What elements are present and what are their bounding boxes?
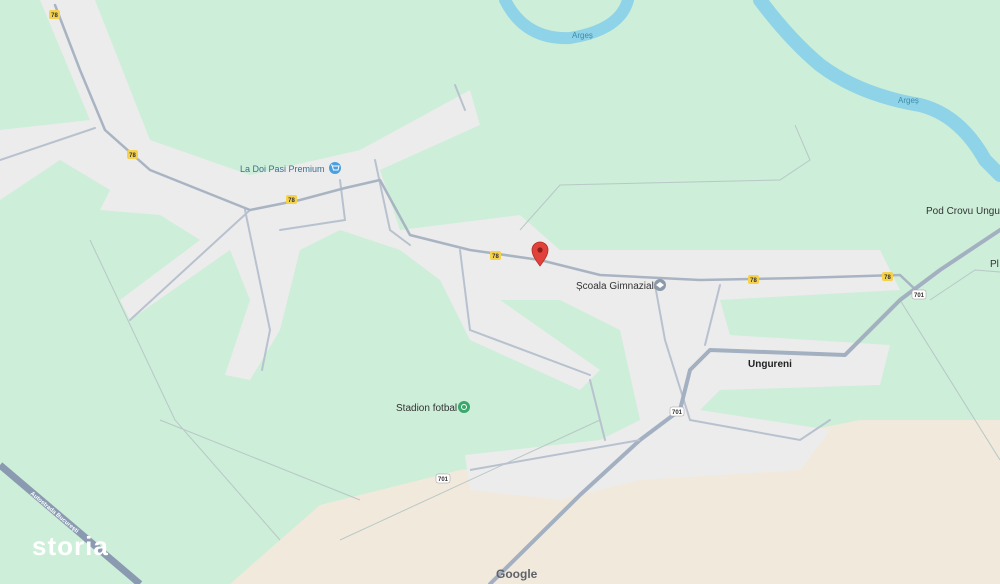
road-shield-78: 78 xyxy=(127,150,138,159)
watermark: storia xyxy=(32,531,109,561)
river-label: Argeș xyxy=(572,31,593,40)
road-shield-701: 701 xyxy=(435,473,451,484)
google-attribution: Google xyxy=(496,567,538,581)
svg-text:78: 78 xyxy=(492,254,499,260)
road-shield-78: 78 xyxy=(490,251,501,260)
edge-label: Pl xyxy=(990,259,999,270)
svg-text:78: 78 xyxy=(750,278,757,284)
bridge-label[interactable]: Pod Crovu Ungureni xyxy=(926,206,1000,217)
shop-label[interactable]: La Doi Pasi Premium xyxy=(240,164,325,174)
road-shield-78: 78 xyxy=(882,272,893,281)
river-label: Argeș xyxy=(898,96,919,105)
road-shield-701: 701 xyxy=(911,289,927,300)
road-shield-701: 701 xyxy=(669,406,685,417)
stadium-icon[interactable] xyxy=(458,401,470,413)
svg-text:78: 78 xyxy=(129,153,136,159)
school-icon[interactable] xyxy=(654,279,666,291)
svg-text:701: 701 xyxy=(438,477,449,483)
svg-text:701: 701 xyxy=(914,293,925,299)
school-label[interactable]: Școala Gimnazială xyxy=(576,281,660,292)
road-shield-78: 78 xyxy=(49,10,60,19)
svg-text:78: 78 xyxy=(51,13,58,19)
road-shield-78: 78 xyxy=(286,195,297,204)
road-shield-78: 78 xyxy=(748,275,759,284)
village-label[interactable]: Ungureni xyxy=(748,359,792,370)
svg-text:78: 78 xyxy=(288,198,295,204)
map-canvas[interactable]: Autostrada București 78 78 78 78 78 78 7… xyxy=(0,0,1000,584)
stadium-label[interactable]: Stadion fotbal xyxy=(396,403,457,414)
shopping-cart-icon[interactable] xyxy=(329,162,341,174)
svg-text:78: 78 xyxy=(884,275,891,281)
svg-text:701: 701 xyxy=(672,410,683,416)
